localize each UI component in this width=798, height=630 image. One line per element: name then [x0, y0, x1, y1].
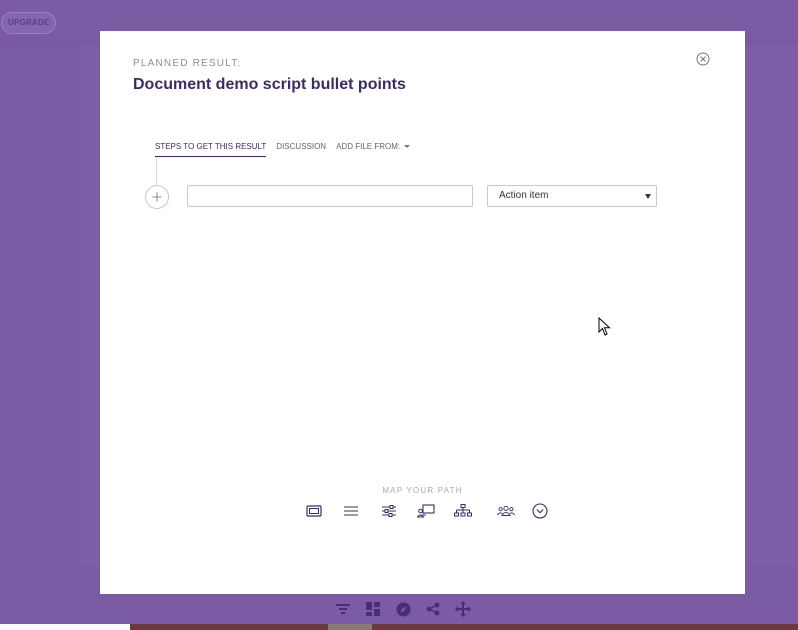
step-type-value: Action item: [499, 190, 549, 201]
add-step-button[interactable]: [145, 185, 169, 209]
step-connector: [156, 157, 157, 185]
share-icon[interactable]: [424, 600, 442, 618]
tab-discussion[interactable]: DISCUSSION: [276, 142, 326, 157]
filter-icon[interactable]: [334, 600, 352, 618]
upgrade-button[interactable]: UPGRADE: [1, 12, 57, 34]
dashboard-icon[interactable]: [364, 600, 382, 618]
bottom-toolbar-icons: [334, 600, 472, 618]
map-path-toolbar: [100, 501, 745, 523]
people-icon[interactable]: [497, 501, 515, 521]
plus-icon: [152, 192, 162, 202]
card-view-icon[interactable]: [305, 501, 323, 521]
planned-result-label: PLANNED RESULT:: [133, 58, 242, 69]
step-type-select[interactable]: Action item: [487, 185, 657, 207]
move-icon[interactable]: [454, 600, 472, 618]
map-your-path-label: MAP YOUR PATH: [382, 486, 463, 495]
dropdown-arrow-icon: [645, 194, 651, 199]
page-title: Document demo script bullet points: [133, 76, 406, 93]
planned-result-modal: PLANNED RESULT: Document demo script bul…: [100, 31, 745, 594]
tab-bar: STEPS TO GET THIS RESULT DISCUSSION ADD …: [155, 142, 411, 157]
list-view-icon[interactable]: [342, 501, 360, 521]
caret-down-icon: [404, 145, 411, 149]
presentation-icon[interactable]: [417, 501, 435, 521]
tab-steps[interactable]: STEPS TO GET THIS RESULT: [155, 142, 267, 157]
sliders-icon[interactable]: [380, 501, 398, 521]
org-chart-icon[interactable]: [454, 501, 472, 521]
step-input[interactable]: [187, 185, 473, 207]
more-options-icon[interactable]: [531, 501, 549, 521]
compass-icon[interactable]: [394, 600, 412, 618]
background-strip: [0, 624, 798, 630]
tab-add-file[interactable]: ADD FILE FROM:: [336, 142, 411, 157]
close-button[interactable]: [696, 52, 710, 66]
mouse-cursor: [598, 316, 612, 337]
close-icon: [696, 52, 710, 66]
